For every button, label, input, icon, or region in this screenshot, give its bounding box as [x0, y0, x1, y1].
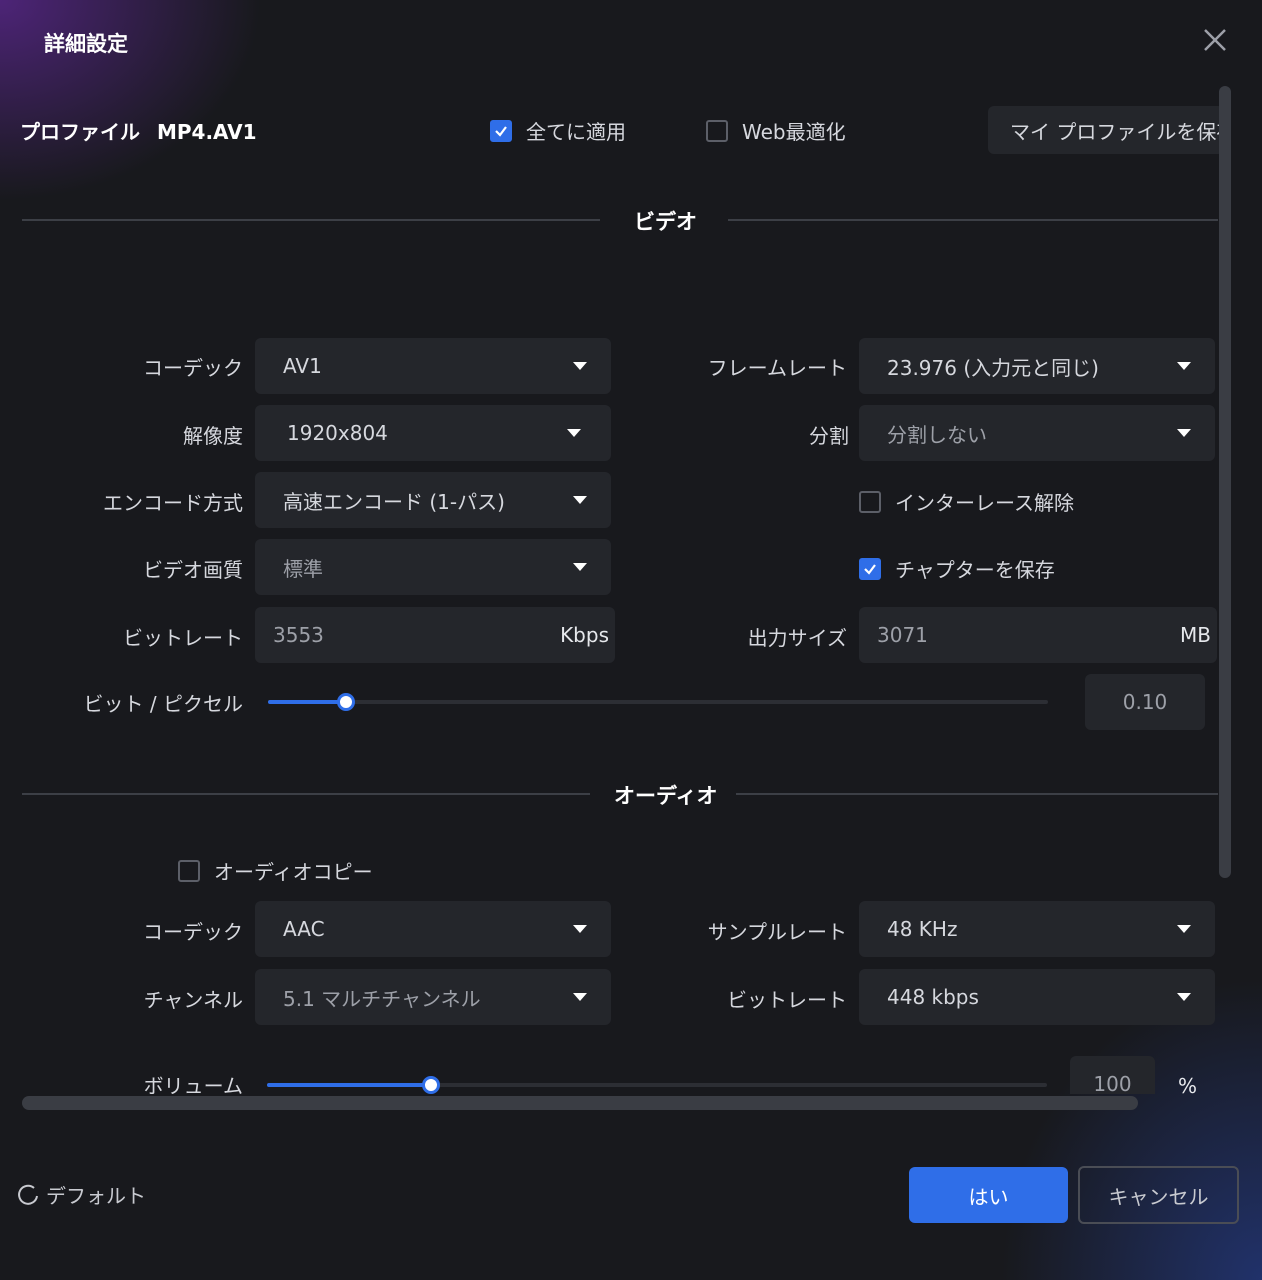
audio-copy-checkbox[interactable]: オーディオコピー: [178, 856, 373, 885]
check-icon: [490, 119, 512, 142]
frame-rate-label: フレームレート: [707, 356, 847, 380]
checkbox-box: [706, 119, 728, 142]
caret-down-icon: [1177, 429, 1191, 437]
output-size-value: 3071: [877, 623, 928, 647]
horizontal-scrollbar[interactable]: [22, 1096, 1138, 1110]
caret-down-icon: [573, 925, 587, 933]
video-bitrate-unit: Kbps: [560, 623, 609, 647]
audio-bitrate-label: ビットレート: [727, 988, 847, 1012]
caret-down-icon: [573, 496, 587, 504]
web-optimize-label: Web最適化: [742, 120, 846, 144]
section-divider: [22, 793, 590, 795]
video-codec-label: コーデック: [143, 356, 243, 380]
ok-button[interactable]: はい: [909, 1167, 1068, 1223]
bits-per-pixel-label: ビット / ピクセル: [83, 692, 243, 716]
video-bitrate-value: 3553: [273, 623, 324, 647]
profile-heading: プロファイル MP4.AV1: [20, 116, 257, 145]
encode-mode-label: エンコード方式: [103, 491, 243, 515]
vertical-scrollbar[interactable]: [1219, 86, 1231, 878]
close-icon: [1204, 29, 1226, 51]
output-size-label: 出力サイズ: [747, 626, 847, 650]
volume-slider[interactable]: [267, 1076, 1047, 1094]
channel-value: 5.1 マルチチャンネル: [283, 986, 481, 1011]
video-quality-select[interactable]: 標準: [255, 539, 611, 595]
default-button[interactable]: デフォルト: [16, 1180, 146, 1209]
audio-bitrate-value: 448 kbps: [887, 985, 979, 1009]
encode-mode-select[interactable]: 高速エンコード (1-パス): [255, 472, 611, 528]
caret-down-icon: [1177, 993, 1191, 1001]
keep-chapters-checkbox[interactable]: チャプターを保存: [859, 554, 1055, 583]
audio-copy-label: オーディオコピー: [214, 860, 373, 884]
volume-value[interactable]: 100: [1070, 1056, 1155, 1094]
sample-rate-select[interactable]: 48 KHz: [859, 901, 1215, 957]
video-codec-value: AV1: [283, 354, 322, 378]
video-bitrate-label: ビットレート: [123, 626, 243, 650]
default-label: デフォルト: [46, 1184, 146, 1208]
audio-codec-value: AAC: [283, 917, 325, 941]
slider-thumb[interactable]: [337, 693, 355, 711]
channel-label: チャンネル: [143, 988, 243, 1012]
profile-label: プロファイル: [20, 120, 140, 144]
deinterlace-label: インターレース解除: [895, 491, 1074, 515]
audio-codec-label: コーデック: [143, 920, 243, 944]
encode-mode-value: 高速エンコード (1-パス): [283, 489, 505, 514]
deinterlace-checkbox[interactable]: インターレース解除: [859, 487, 1074, 516]
caret-down-icon: [573, 563, 587, 571]
video-section-title: ビデオ: [634, 210, 697, 234]
resolution-value: 1920x804: [287, 421, 388, 445]
frame-rate-select[interactable]: 23.976 (入力元と同じ): [859, 338, 1215, 394]
cancel-button[interactable]: キャンセル: [1078, 1166, 1239, 1224]
save-profile-button[interactable]: マイ プロファイルを保存: [988, 106, 1224, 154]
checkbox-box: [859, 490, 881, 513]
output-size-unit: MB: [1180, 623, 1211, 647]
profile-name: MP4.AV1: [156, 120, 257, 144]
caret-down-icon: [1177, 362, 1191, 370]
split-value: 分割しない: [887, 422, 987, 447]
slider-fill: [268, 700, 346, 704]
frame-rate-value: 23.976 (入力元と同じ): [887, 355, 1099, 380]
split-select[interactable]: 分割しない: [859, 405, 1215, 461]
volume-label: ボリューム: [143, 1074, 243, 1094]
resolution-label: 解像度: [183, 424, 243, 448]
apply-all-label: 全てに適用: [526, 120, 626, 144]
caret-down-icon: [567, 429, 581, 437]
advanced-settings-dialog: 詳細設定 プロファイル MP4.AV1 全てに適用 Web最適化 マイ プロファ…: [0, 0, 1262, 1280]
section-divider: [736, 793, 1218, 795]
sample-rate-value: 48 KHz: [887, 917, 958, 941]
keep-chapters-label: チャプターを保存: [895, 558, 1055, 582]
caret-down-icon: [573, 362, 587, 370]
output-size-input[interactable]: 3071 MB: [859, 607, 1217, 663]
reset-icon: [18, 1184, 38, 1205]
slider-thumb[interactable]: [422, 1076, 440, 1094]
video-bitrate-input[interactable]: 3553 Kbps: [255, 607, 615, 663]
check-icon: [859, 557, 881, 580]
split-label: 分割: [809, 424, 849, 448]
sample-rate-label: サンプルレート: [707, 920, 847, 944]
bits-per-pixel-slider[interactable]: [268, 693, 1048, 711]
volume-row: ボリューム 100 %: [0, 1050, 1218, 1094]
caret-down-icon: [1177, 925, 1191, 933]
section-divider: [22, 219, 600, 221]
checkbox-box: [178, 859, 200, 882]
video-quality-value: 標準: [283, 556, 323, 581]
web-optimize-checkbox[interactable]: Web最適化: [706, 116, 846, 145]
audio-bitrate-select[interactable]: 448 kbps: [859, 969, 1215, 1025]
dialog-title: 詳細設定: [44, 32, 128, 56]
video-quality-label: ビデオ画質: [143, 558, 243, 582]
apply-all-checkbox[interactable]: 全てに適用: [490, 116, 626, 145]
section-divider: [728, 219, 1218, 221]
volume-unit: %: [1178, 1074, 1198, 1094]
bits-per-pixel-value[interactable]: 0.10: [1085, 674, 1205, 730]
audio-codec-select[interactable]: AAC: [255, 901, 611, 957]
caret-down-icon: [573, 993, 587, 1001]
audio-section-title: オーディオ: [614, 784, 718, 808]
video-codec-select[interactable]: AV1: [255, 338, 611, 394]
slider-fill: [267, 1083, 431, 1087]
channel-select[interactable]: 5.1 マルチチャンネル: [255, 969, 611, 1025]
close-button[interactable]: [1199, 24, 1231, 56]
resolution-select[interactable]: 1920x804: [255, 405, 611, 461]
